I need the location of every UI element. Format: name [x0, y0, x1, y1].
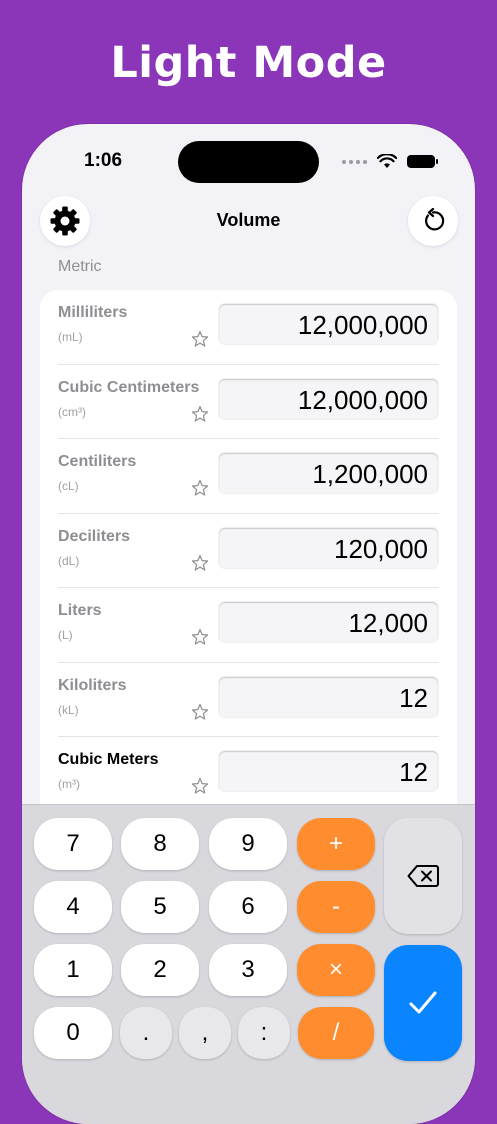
delete-button[interactable] — [384, 818, 462, 934]
value-text: 12,000,000 — [297, 384, 428, 415]
unit-name: Deciliters — [58, 527, 131, 545]
star-outline-icon[interactable] — [191, 330, 209, 348]
star-outline-icon[interactable] — [191, 777, 209, 795]
unit-name: Milliliters — [58, 304, 128, 321]
value-field[interactable]: 12,000,000 — [219, 304, 438, 344]
value-text: 1,200,000 — [312, 459, 428, 489]
unit-list: Milliliters (mL) 12,000,000 Cubic Centim… — [40, 290, 457, 850]
star-outline-icon[interactable] — [191, 554, 209, 572]
backspace-icon — [407, 865, 439, 887]
key-3[interactable]: 3 — [209, 944, 287, 996]
unit-abbr: (cL) — [58, 479, 79, 493]
value-text: 12,000,000 — [297, 310, 428, 340]
key-times[interactable]: × — [297, 944, 375, 996]
unit-row-deciliters: Deciliters (dL) 120,000 — [40, 514, 457, 588]
promo-title: Light Mode — [110, 38, 387, 88]
star-outline-icon[interactable] — [191, 405, 209, 423]
key-4[interactable]: 4 — [34, 881, 112, 933]
unit-row-cubic-centimeters: Cubic Centimeters (cm³) 12,000,000 — [40, 365, 457, 439]
unit-name: Cubic Centimeters — [58, 378, 200, 396]
star-outline-icon[interactable] — [191, 479, 209, 497]
value-field[interactable]: 1,200,000 — [219, 453, 438, 493]
reset-button[interactable] — [408, 196, 458, 246]
phone-screen: 1:06 Volume Metric Milliliters (mL) 12,0… — [22, 124, 475, 1124]
key-divide[interactable]: / — [298, 1007, 374, 1059]
key-6[interactable]: 6 — [209, 881, 287, 933]
unit-row-liters: Liters (L) 12,000 — [40, 588, 457, 663]
unit-row-kiloliters: Kiloliters (kL) 12 — [40, 663, 457, 737]
reset-arrow-icon — [425, 208, 445, 231]
unit-name: Liters — [58, 602, 102, 619]
unit-abbr: (dL) — [58, 553, 80, 568]
battery-icon — [407, 155, 438, 168]
value-text: 12 — [399, 682, 428, 713]
value-field[interactable]: 12,000 — [219, 602, 438, 642]
status-icons — [342, 154, 438, 169]
star-outline-icon[interactable] — [191, 703, 209, 721]
key-minus[interactable]: - — [297, 881, 375, 933]
unit-abbr: (kL) — [58, 702, 79, 717]
unit-abbr: (L) — [58, 628, 73, 642]
unit-name: Kiloliters — [58, 676, 127, 694]
unit-name: Cubic Meters — [58, 751, 159, 768]
key-9[interactable]: 9 — [209, 818, 287, 870]
done-button[interactable] — [384, 945, 462, 1061]
key-dot[interactable]: . — [120, 1007, 172, 1059]
key-1[interactable]: 1 — [34, 944, 112, 996]
unit-name: Centiliters — [58, 453, 137, 470]
value-field[interactable]: 12 — [219, 676, 438, 717]
key-7[interactable]: 7 — [34, 818, 112, 870]
unit-row-cubic-meters: Cubic Meters (m³) 12 — [40, 737, 457, 812]
unit-row-centiliters: Centiliters (cL) 1,200,000 — [40, 439, 457, 514]
wifi-icon — [377, 154, 397, 168]
value-text: 12 — [399, 757, 428, 787]
section-header-metric: Metric — [58, 258, 102, 275]
signal-icon — [342, 159, 367, 164]
status-time: 1:06 — [84, 150, 123, 171]
value-text: 12,000 — [348, 608, 428, 638]
unit-abbr: (m³) — [58, 777, 80, 791]
value-field[interactable]: 12,000,000 — [219, 378, 438, 419]
key-plus[interactable]: + — [297, 818, 375, 870]
key-colon[interactable]: : — [238, 1007, 290, 1059]
key-comma[interactable]: , — [179, 1007, 231, 1059]
star-outline-icon[interactable] — [191, 628, 209, 646]
value-text: 120,000 — [334, 533, 428, 564]
key-8[interactable]: 8 — [121, 818, 199, 870]
unit-row-milliliters: Milliliters (mL) 12,000,000 — [40, 290, 457, 365]
value-field[interactable]: 120,000 — [219, 527, 438, 568]
key-0[interactable]: 0 — [34, 1007, 112, 1059]
checkmark-icon — [409, 991, 437, 1014]
key-5[interactable]: 5 — [121, 881, 199, 933]
numeric-keypad: 7 8 9 + 4 5 6 - 1 2 3 × 0 . , : / — [22, 804, 475, 1124]
unit-abbr: (mL) — [58, 330, 83, 344]
dynamic-island — [178, 141, 319, 183]
key-2[interactable]: 2 — [121, 944, 199, 996]
unit-abbr: (cm³) — [58, 404, 86, 419]
value-field[interactable]: 12 — [219, 751, 438, 791]
